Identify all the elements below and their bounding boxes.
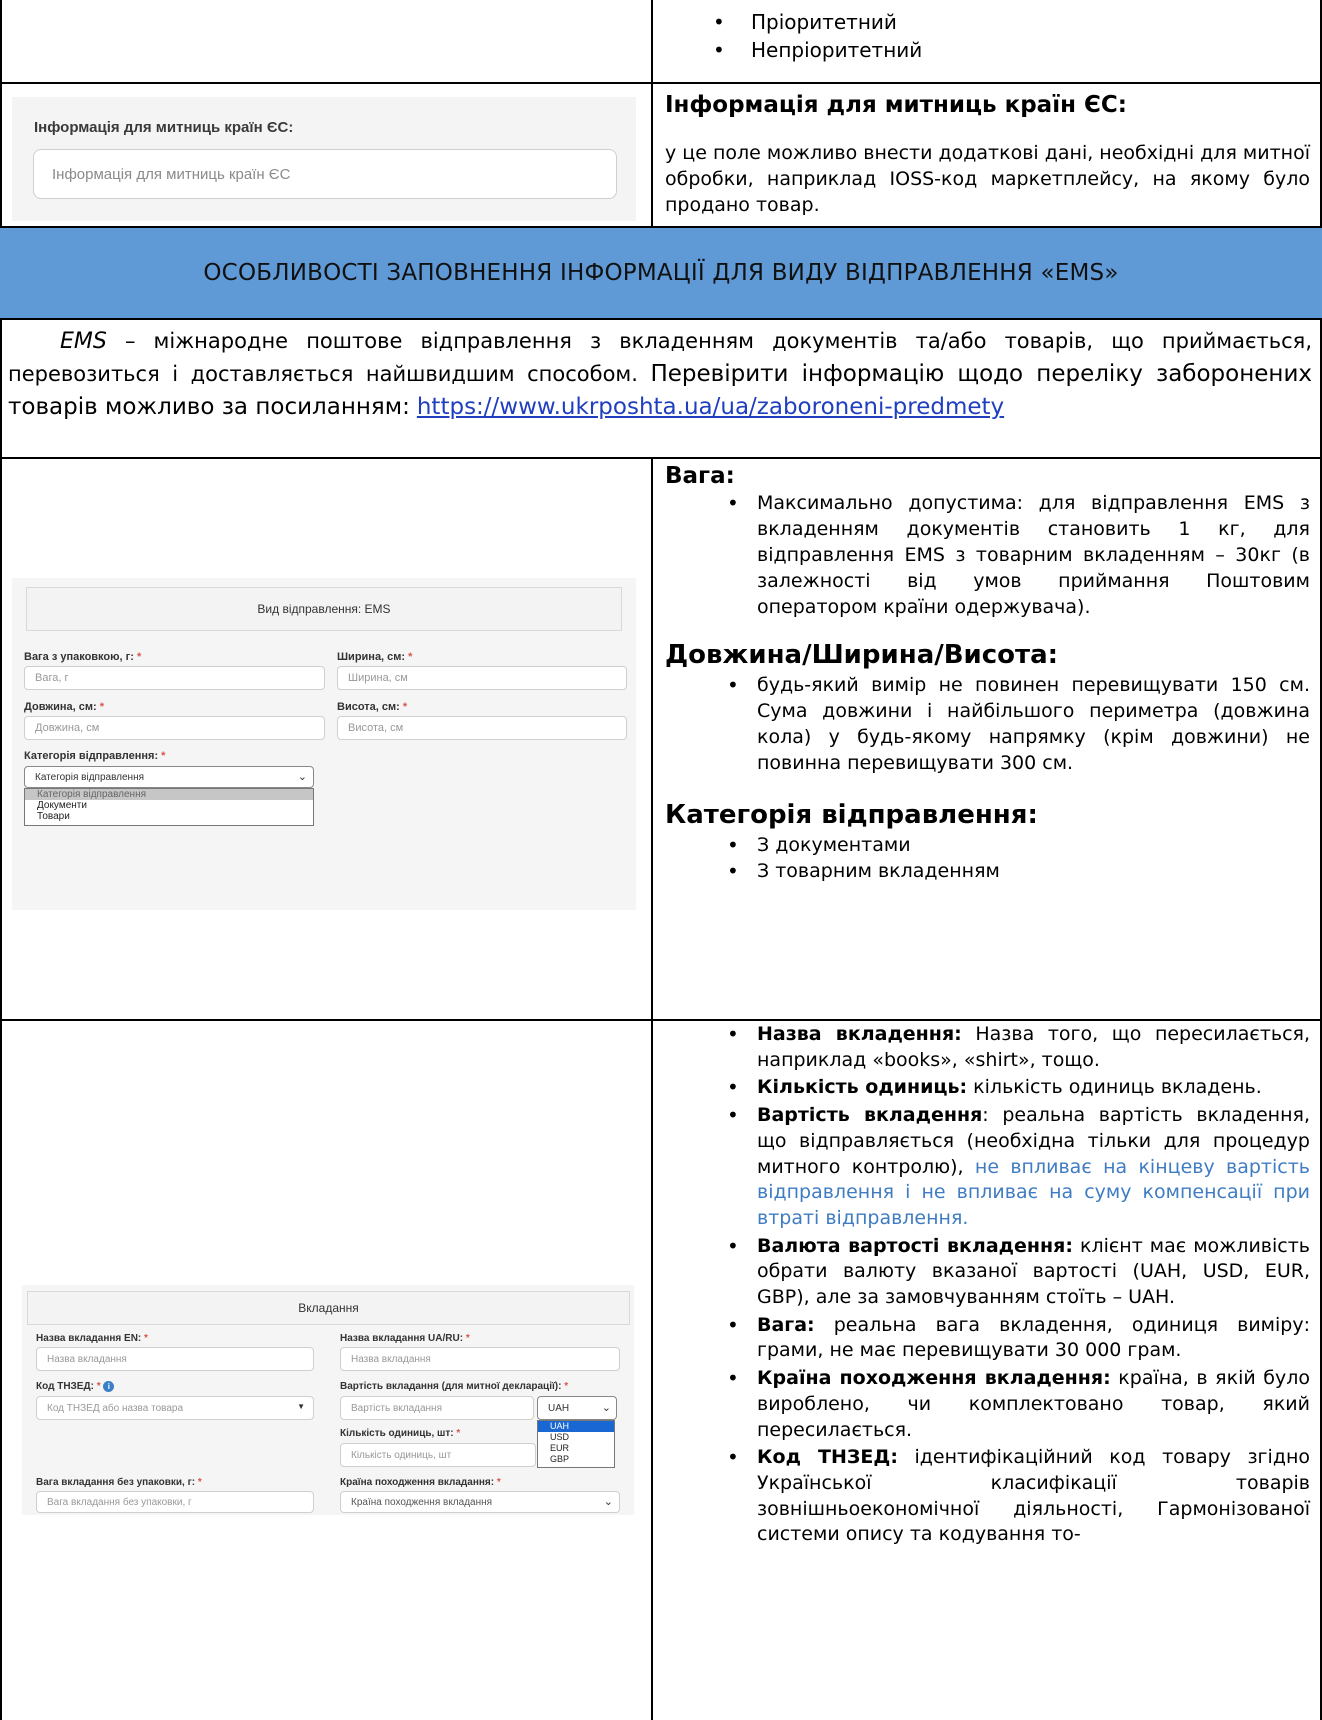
contents-form-title: Вкладання bbox=[27, 1291, 630, 1325]
dropdown-option[interactable]: Категорія відправлення bbox=[25, 789, 313, 800]
value-label: Вартість вкладання (для митної деклараці… bbox=[340, 1381, 569, 1392]
value-input[interactable]: Вартість вкладання bbox=[340, 1396, 534, 1420]
list-item: Вага: реальна вага вкладення, одиниця ви… bbox=[665, 1313, 1310, 1364]
list-item: Валюта вартості вкладення: клієнт має мо… bbox=[665, 1234, 1310, 1311]
list-item: З документами bbox=[665, 832, 1310, 858]
category-label: Категорія відправлення: * bbox=[24, 750, 166, 762]
list-item: Кількість одиниць: кількість одиниць вкл… bbox=[665, 1075, 1310, 1101]
contents-form-screenshot: Вкладання Назва вкладання EN: * Назва вк… bbox=[22, 1285, 634, 1515]
dropdown-option[interactable]: Документи bbox=[25, 800, 313, 811]
list-item: Код ТНЗЕД: ідентифікаційний код товару з… bbox=[665, 1445, 1310, 1548]
list-item: Вартість вкладення: реальна вартість вкл… bbox=[665, 1103, 1310, 1232]
currency-select[interactable]: UAH ⌄ bbox=[537, 1396, 617, 1420]
customs-label: Інформація для митниць країн ЄС: bbox=[34, 119, 294, 136]
name-en-input[interactable]: Назва вкладання bbox=[36, 1347, 314, 1371]
customs-description: Інформація для митниць країн ЄС: у це по… bbox=[665, 92, 1310, 218]
category-heading: Категорія відправлення: bbox=[665, 800, 1038, 830]
ems-form-screenshot: Вид відправлення: EMS Вага з упаковкою, … bbox=[12, 578, 636, 910]
height-label: Висота, см: * bbox=[337, 701, 408, 713]
list-item: Максимально допустима: для відправлення … bbox=[665, 490, 1310, 620]
net-weight-input[interactable]: Вага вкладання без упаковки, г bbox=[36, 1491, 314, 1513]
list-item: Непріоритетний bbox=[651, 36, 1321, 64]
net-weight-label: Вага вкладання без упаковки, г: * bbox=[36, 1477, 202, 1488]
section-header: ОСОБЛИВОСТІ ЗАПОВНЕННЯ ІНФОРМАЦІЇ ДЛЯ ВИ… bbox=[0, 228, 1322, 318]
customs-heading: Інформація для митниць країн ЄС: bbox=[665, 92, 1127, 118]
chevron-down-icon: ⌄ bbox=[297, 771, 307, 783]
dimensions-text: будь-який вимір не повинен перевищувати … bbox=[757, 674, 1310, 774]
length-input[interactable]: Довжина, см bbox=[24, 716, 325, 740]
bullet-text: Непріоритетний bbox=[751, 38, 923, 62]
height-input[interactable]: Висота, см bbox=[337, 716, 627, 740]
weight-text: Максимально допустима: для відправлення … bbox=[757, 492, 1310, 618]
ems-form-title: Вид відправлення: EMS bbox=[26, 587, 622, 631]
customs-screenshot: Інформація для митниць країн ЄС: Інформа… bbox=[12, 97, 636, 221]
weight-label: Вага з упаковкою, г: * bbox=[24, 651, 142, 663]
priority-cell: Пріоритетний Непріоритетний bbox=[651, 8, 1321, 64]
list-item: З товарним вкладенням bbox=[665, 858, 1310, 884]
list-item: будь-який вимір не повинен перевищувати … bbox=[665, 672, 1310, 776]
bullet-text: Пріоритетний bbox=[751, 10, 897, 34]
category-item: З товарним вкладенням bbox=[757, 860, 1000, 882]
intro-paragraph: EMS – міжнародне поштове відправлення з … bbox=[8, 325, 1312, 424]
chevron-down-icon: ⌄ bbox=[603, 1496, 613, 1508]
dropdown-option[interactable]: GBP bbox=[538, 1454, 614, 1465]
width-label: Ширина, см: * bbox=[337, 651, 413, 663]
category-item: З документами bbox=[757, 834, 911, 856]
qty-input[interactable]: Кількість одиниць, шт bbox=[340, 1443, 536, 1467]
category-select[interactable]: Категорія відправлення ⌄ bbox=[24, 766, 314, 788]
weight-input[interactable]: Вага, г bbox=[24, 666, 325, 690]
row-divider bbox=[0, 82, 1322, 84]
width-input[interactable]: Ширина, см bbox=[337, 666, 627, 690]
dimensions-heading: Довжина/Ширина/Висота: bbox=[665, 640, 1059, 670]
dropdown-option[interactable]: UAH bbox=[538, 1421, 614, 1432]
list-item: Країна походження вкладення: країна, в я… bbox=[665, 1366, 1310, 1443]
currency-dropdown: UAH USD EUR GBP bbox=[537, 1420, 615, 1468]
list-item: Назва вкладення: Назва того, що пересила… bbox=[665, 1022, 1310, 1073]
row-divider bbox=[0, 1019, 1322, 1021]
customs-text: у це поле можливо внести додаткові дані,… bbox=[665, 142, 1310, 216]
ems-description: Вага: Максимально допустима: для відправ… bbox=[665, 462, 1310, 884]
caret-down-icon: ▼ bbox=[297, 1402, 305, 1411]
dropdown-option[interactable]: USD bbox=[538, 1432, 614, 1443]
name-ua-input[interactable]: Назва вкладання bbox=[340, 1347, 620, 1371]
row-divider bbox=[0, 318, 1322, 320]
ems-term: EMS bbox=[60, 329, 107, 354]
dropdown-option[interactable]: EUR bbox=[538, 1443, 614, 1454]
section-title: ОСОБЛИВОСТІ ЗАПОВНЕННЯ ІНФОРМАЦІЇ ДЛЯ ВИ… bbox=[203, 260, 1119, 286]
contents-description: Назва вкладення: Назва того, що пересила… bbox=[665, 1022, 1310, 1548]
length-label: Довжина, см: * bbox=[24, 701, 105, 713]
hs-code-select[interactable]: Код ТНЗЕД або назва товара ▼ bbox=[36, 1396, 314, 1420]
hs-code-label: Код ТНЗЕД: * i bbox=[36, 1381, 115, 1392]
document-page: Пріоритетний Непріоритетний Інформація д… bbox=[0, 0, 1322, 1720]
list-item: Пріоритетний bbox=[651, 8, 1321, 36]
category-dropdown: Категорія відправлення Документи Товари bbox=[24, 788, 314, 826]
chevron-down-icon: ⌄ bbox=[601, 1402, 611, 1414]
qty-label: Кількість одиниць, шт: * bbox=[340, 1428, 461, 1439]
dropdown-option[interactable]: Товари bbox=[25, 811, 313, 822]
info-icon[interactable]: i bbox=[103, 1381, 115, 1392]
column-divider bbox=[651, 457, 653, 1720]
name-en-label: Назва вкладання EN: * bbox=[36, 1333, 148, 1344]
origin-label: Країна походження вкладання: * bbox=[340, 1477, 501, 1488]
origin-select[interactable]: Країна походження вкладання ⌄ bbox=[340, 1491, 620, 1513]
name-ua-label: Назва вкладання UA/RU: * bbox=[340, 1333, 470, 1344]
row-divider bbox=[0, 457, 1322, 459]
prohibited-items-link[interactable]: https://www.ukrposhta.ua/ua/zaboroneni-p… bbox=[417, 394, 1004, 420]
weight-heading: Вага: bbox=[665, 463, 735, 489]
customs-input[interactable]: Інформація для митниць країн ЄС bbox=[33, 149, 617, 199]
